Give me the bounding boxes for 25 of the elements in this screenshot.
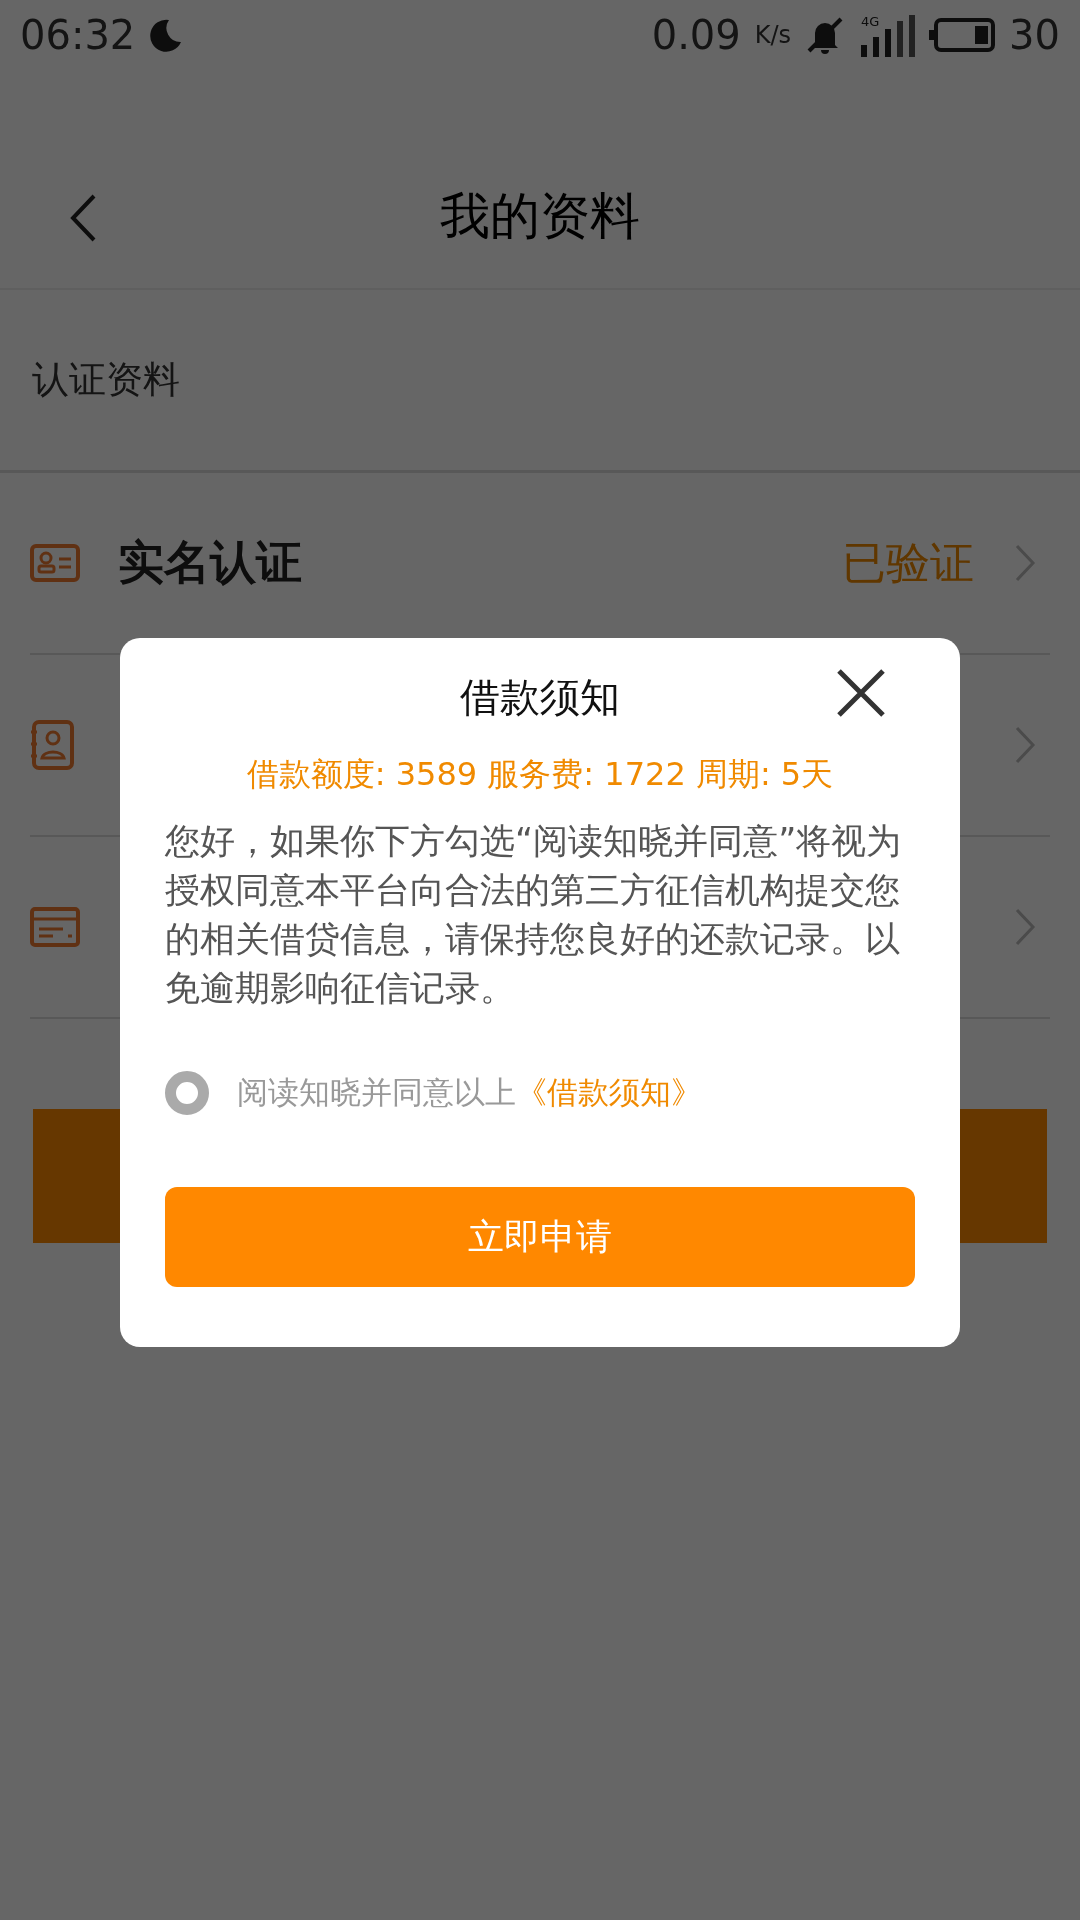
agree-radio[interactable] — [165, 1071, 209, 1115]
notice-text: 您好，如果你下方勾选“阅读知晓并同意”将视为授权同意本平台向合法的第三方征信机构提交您的相关借贷信息，请保持您良好的还款记录。以免逾期影响征信记录。 — [165, 820, 903, 1010]
back-icon[interactable] — [68, 193, 98, 243]
section-label: 认证资料 — [32, 357, 180, 403]
row-status: 已验证 — [842, 535, 974, 590]
close-icon[interactable] — [836, 668, 886, 718]
id-card-icon — [30, 544, 80, 582]
chevron-icon — [1014, 907, 1036, 947]
clock-time: 06:32 — [20, 12, 136, 58]
apply-button[interactable]: 立即申请 — [165, 1187, 915, 1287]
moon-icon — [149, 18, 184, 52]
contact-book-icon — [30, 720, 74, 770]
chevron-icon — [1014, 725, 1036, 765]
network-speed: 0.09 — [651, 12, 741, 58]
speed-unit: K/s — [754, 21, 792, 49]
loan-summary: 借款额度: 3589 服务费: 1722 周期: 5天 — [246, 754, 834, 795]
chevron-icon — [1014, 543, 1036, 583]
page-title: 我的资料 — [440, 186, 640, 247]
notice-link[interactable]: 《借款须知》 — [516, 1074, 702, 1110]
battery-level: 30 — [1009, 12, 1060, 58]
dialog-title: 借款须知 — [460, 673, 620, 722]
battery-icon — [929, 18, 996, 52]
agree-text: 阅读知晓并同意以上《借款须知》 — [237, 1073, 702, 1112]
row-title: 实名认证 — [118, 534, 302, 591]
card-icon — [30, 907, 80, 947]
